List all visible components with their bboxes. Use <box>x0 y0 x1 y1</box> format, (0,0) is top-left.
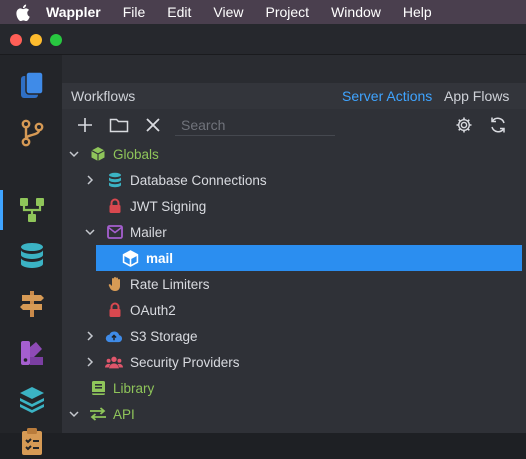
mac-menubar: Wappler File Edit View Project Window He… <box>0 0 526 24</box>
menu-edit[interactable]: Edit <box>167 4 191 20</box>
tree-item-oauth2[interactable]: OAuth2 <box>62 297 526 323</box>
book-icon <box>89 379 107 397</box>
tab-server-actions[interactable]: Server Actions <box>342 88 432 104</box>
database-icon[interactable] <box>14 238 50 274</box>
tree-item-label: S3 Storage <box>130 328 198 344</box>
chevron-down-icon[interactable] <box>84 226 96 238</box>
minimize-window-button[interactable] <box>30 34 42 46</box>
cube-icon <box>121 249 139 267</box>
tree-item-jwt-signing[interactable]: JWT Signing <box>62 193 526 219</box>
chevron-right-icon[interactable] <box>84 330 96 342</box>
cube-icon <box>89 145 107 163</box>
chevron-down-icon[interactable] <box>68 408 80 420</box>
database-icon <box>106 171 124 189</box>
tree-item-mail[interactable]: mail <box>96 245 522 271</box>
tree-item-api[interactable]: API <box>62 401 526 427</box>
menu-file[interactable]: File <box>123 4 146 20</box>
users-icon <box>105 353 123 371</box>
close-window-button[interactable] <box>10 34 22 46</box>
menu-help[interactable]: Help <box>403 4 432 20</box>
tree-item-label: Globals <box>113 146 159 162</box>
tree-item-label: OAuth2 <box>130 302 176 318</box>
chevron-down-icon[interactable] <box>68 148 80 160</box>
delete-icon[interactable] <box>143 115 163 135</box>
chevron-right-icon[interactable] <box>84 356 96 368</box>
workflows-panel: Workflows Server Actions App Flows Searc… <box>62 83 526 433</box>
workflows-icon[interactable] <box>14 192 50 228</box>
lock-icon <box>106 301 124 319</box>
new-folder-icon[interactable] <box>109 115 129 135</box>
tab-app-flows[interactable]: App Flows <box>444 88 509 104</box>
gear-icon[interactable] <box>454 115 474 135</box>
clipboard-checklist-icon[interactable] <box>14 423 50 459</box>
git-branch-icon[interactable] <box>14 115 50 151</box>
tree-item-library[interactable]: Library <box>62 375 526 401</box>
activity-sidebar <box>0 55 62 455</box>
app-window: Workflows Server Actions App Flows Searc… <box>0 24 526 455</box>
routing-signpost-icon[interactable] <box>14 286 50 322</box>
tree-item-label: Security Providers <box>130 354 240 370</box>
lock-icon <box>106 197 124 215</box>
tree-item-label: Mailer <box>130 224 167 240</box>
arrows-exchange-icon <box>89 405 107 423</box>
tree-item-label: Library <box>113 380 155 396</box>
tree-item-label: mail <box>146 250 174 266</box>
panel-header: Workflows Server Actions App Flows <box>62 83 526 109</box>
tree-item-s3-storage[interactable]: S3 Storage <box>62 323 526 349</box>
envelope-icon <box>106 223 124 241</box>
panel-toolbar <box>62 111 526 139</box>
zoom-window-button[interactable] <box>50 34 62 46</box>
sidebar-active-indicator <box>0 190 3 230</box>
chevron-right-icon[interactable] <box>84 174 96 186</box>
search-input[interactable] <box>175 114 335 136</box>
menu-app-name[interactable]: Wappler <box>46 4 101 20</box>
tree-item-mailer[interactable]: Mailer <box>62 219 526 245</box>
hand-icon <box>106 275 124 293</box>
add-icon[interactable] <box>75 115 95 135</box>
layers-icon[interactable] <box>14 381 50 417</box>
window-titlebar <box>0 24 526 55</box>
menu-project[interactable]: Project <box>266 4 310 20</box>
tree-item-database-connections[interactable]: Database Connections <box>62 167 526 193</box>
tree-item-rate-limiters[interactable]: Rate Limiters <box>62 271 526 297</box>
panel-title: Workflows <box>71 88 136 104</box>
menu-window[interactable]: Window <box>331 4 381 20</box>
menu-view[interactable]: View <box>213 4 243 20</box>
tree-item-label: JWT Signing <box>130 198 207 214</box>
tree-item-label: Database Connections <box>130 172 267 188</box>
pages-icon[interactable] <box>14 67 50 103</box>
apple-logo-icon[interactable] <box>12 4 32 21</box>
refresh-icon[interactable] <box>488 115 508 135</box>
tree-item-label: Rate Limiters <box>130 276 210 292</box>
design-swatches-icon[interactable] <box>14 334 50 370</box>
tree-item-globals[interactable]: Globals <box>62 141 526 167</box>
cloud-upload-icon <box>105 327 123 345</box>
tree-item-security-providers[interactable]: Security Providers <box>62 349 526 375</box>
tree-item-label: API <box>113 406 135 422</box>
